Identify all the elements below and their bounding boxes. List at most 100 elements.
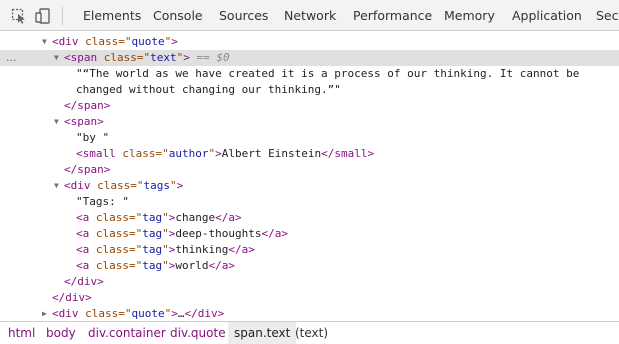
dom-node-line[interactable]: "“The world as we have created it is a p…	[0, 66, 619, 82]
tag-token: </	[228, 243, 242, 256]
tag-token: </	[52, 291, 66, 304]
dom-node-line[interactable]: "Tags: "	[0, 194, 619, 210]
tag-token: <	[64, 51, 71, 64]
tag-token: >	[171, 307, 178, 320]
tag-token: div	[58, 307, 79, 320]
tag-token: <	[64, 179, 71, 192]
dom-node-line[interactable]: <a class="tag">thinking</a>	[0, 242, 619, 258]
tag-token: small	[334, 147, 368, 160]
tab-application[interactable]: Application	[512, 0, 582, 30]
breadcrumb-text-node[interactable]: (text)	[295, 322, 328, 344]
attribute-token: class	[103, 51, 137, 64]
tab-security[interactable]: Secu	[596, 0, 619, 30]
devtools-toolbar: Elements Console Sources Network Perform…	[0, 0, 619, 31]
attribute-token: class	[85, 307, 119, 320]
node-markup: </div>	[64, 274, 104, 290]
breadcrumb-div-quote[interactable]: div.quote	[170, 322, 226, 344]
dom-node-line[interactable]: <a class="tag">deep-thoughts</a>	[0, 226, 619, 242]
attribute-token: "	[162, 211, 169, 224]
tag-token: </	[64, 163, 78, 176]
tag-token: </	[261, 227, 275, 240]
tab-sources[interactable]: Sources	[219, 0, 268, 30]
attribute-token: ="	[155, 147, 169, 160]
text-node: "by "	[76, 131, 110, 144]
tab-elements[interactable]: Elements	[83, 0, 141, 30]
dom-node-line[interactable]: ▼ <div class="tags">	[0, 178, 619, 194]
attribute-token: class	[95, 227, 129, 240]
node-markup: <a class="tag">world</a>	[76, 258, 235, 274]
attribute-value-token: quote	[131, 35, 165, 48]
node-markup: <a class="tag">deep-thoughts</a>	[76, 226, 288, 242]
tag-token: div	[58, 35, 79, 48]
attribute-token: class	[97, 179, 131, 192]
node-markup: <div class="quote">…</div>	[52, 306, 224, 321]
attribute-value-token: author	[168, 147, 209, 160]
device-toolbar-icon[interactable]	[34, 6, 54, 26]
dom-node-line[interactable]: <a class="tag">world</a>	[0, 258, 619, 274]
tab-performance[interactable]: Performance	[353, 0, 432, 30]
expand-arrow-icon[interactable]: ▼	[54, 114, 59, 130]
tab-memory[interactable]: Memory	[444, 0, 495, 30]
attribute-token: ="	[136, 51, 151, 64]
tag-token: span	[70, 115, 98, 128]
expand-arrow-icon[interactable]: ▼	[54, 178, 59, 194]
tag-token: >	[176, 179, 184, 192]
tag-token: >	[85, 291, 92, 304]
text-token: …	[177, 307, 185, 320]
collapsed-arrow-icon[interactable]: ▶	[42, 306, 47, 321]
dom-node-line[interactable]: ... ▼ <span class="text"> == $0	[0, 50, 619, 66]
tag-token: </	[321, 147, 335, 160]
text-node: "“The world as we have created it is a p…	[76, 67, 580, 80]
elements-tree[interactable]: ▼ <div class="quote">... ▼ <span class="tex…	[0, 32, 619, 321]
dom-node-line[interactable]: </div>	[0, 290, 619, 306]
tab-console[interactable]: Console	[153, 0, 203, 30]
breadcrumb-div-container[interactable]: div.container	[88, 322, 166, 344]
dom-node-line[interactable]: ▼ <div class="quote">	[0, 34, 619, 50]
attribute-token: class	[95, 211, 129, 224]
attribute-value-token: tag	[142, 211, 163, 224]
text-node: "Tags: "	[76, 195, 129, 208]
dom-node-line[interactable]: </span>	[0, 98, 619, 114]
expand-arrow-icon[interactable]: ▼	[54, 50, 59, 66]
attribute-token: ="	[129, 243, 143, 256]
dom-node-line[interactable]: <small class="author">Albert Einstein</s…	[0, 146, 619, 162]
tag-token: <	[76, 211, 83, 224]
breadcrumb-html[interactable]: html	[8, 322, 35, 344]
tag-token: div	[70, 179, 91, 192]
attribute-token: class	[85, 35, 119, 48]
tag-token: div	[77, 275, 98, 288]
attribute-token: class	[122, 147, 156, 160]
node-markup: </span>	[64, 162, 110, 178]
node-markup: "Tags: "	[76, 194, 129, 210]
dom-node-line[interactable]: <a class="tag">change</a>	[0, 210, 619, 226]
dom-node-line[interactable]: ▶ <div class="quote">…</div>	[0, 306, 619, 321]
tag-token: >	[217, 307, 225, 320]
tag-token: <	[76, 227, 83, 240]
tag-token: >	[281, 227, 288, 240]
dom-node-line[interactable]: changed without changing our thinking.”"	[0, 82, 619, 98]
dom-node-line[interactable]: </span>	[0, 162, 619, 178]
tab-network[interactable]: Network	[284, 0, 336, 30]
text-token: == $0	[189, 51, 230, 64]
tag-token: <	[76, 243, 83, 256]
attribute-token: ="	[129, 227, 143, 240]
dom-node-line[interactable]: "by "	[0, 130, 619, 146]
text-node: changed without changing our thinking.”"	[76, 83, 341, 96]
dom-node-line[interactable]: ▼ <span>	[0, 114, 619, 130]
dom-node-line[interactable]: </div>	[0, 274, 619, 290]
breadcrumb-span-text[interactable]: span.text	[228, 322, 297, 344]
breadcrumb-body[interactable]: body	[46, 322, 76, 344]
tag-token: </	[208, 259, 222, 272]
tag-token: >	[97, 115, 104, 128]
inspect-cursor-icon[interactable]	[9, 6, 29, 26]
tag-token: </	[64, 275, 78, 288]
expand-arrow-icon[interactable]: ▼	[42, 34, 47, 50]
node-markup: "“The world as we have created it is a p…	[76, 66, 579, 82]
tag-token: <	[76, 259, 83, 272]
node-menu-dots-icon[interactable]: ...	[6, 50, 17, 66]
tag-token: div	[197, 307, 218, 320]
text-token: change	[175, 211, 216, 224]
